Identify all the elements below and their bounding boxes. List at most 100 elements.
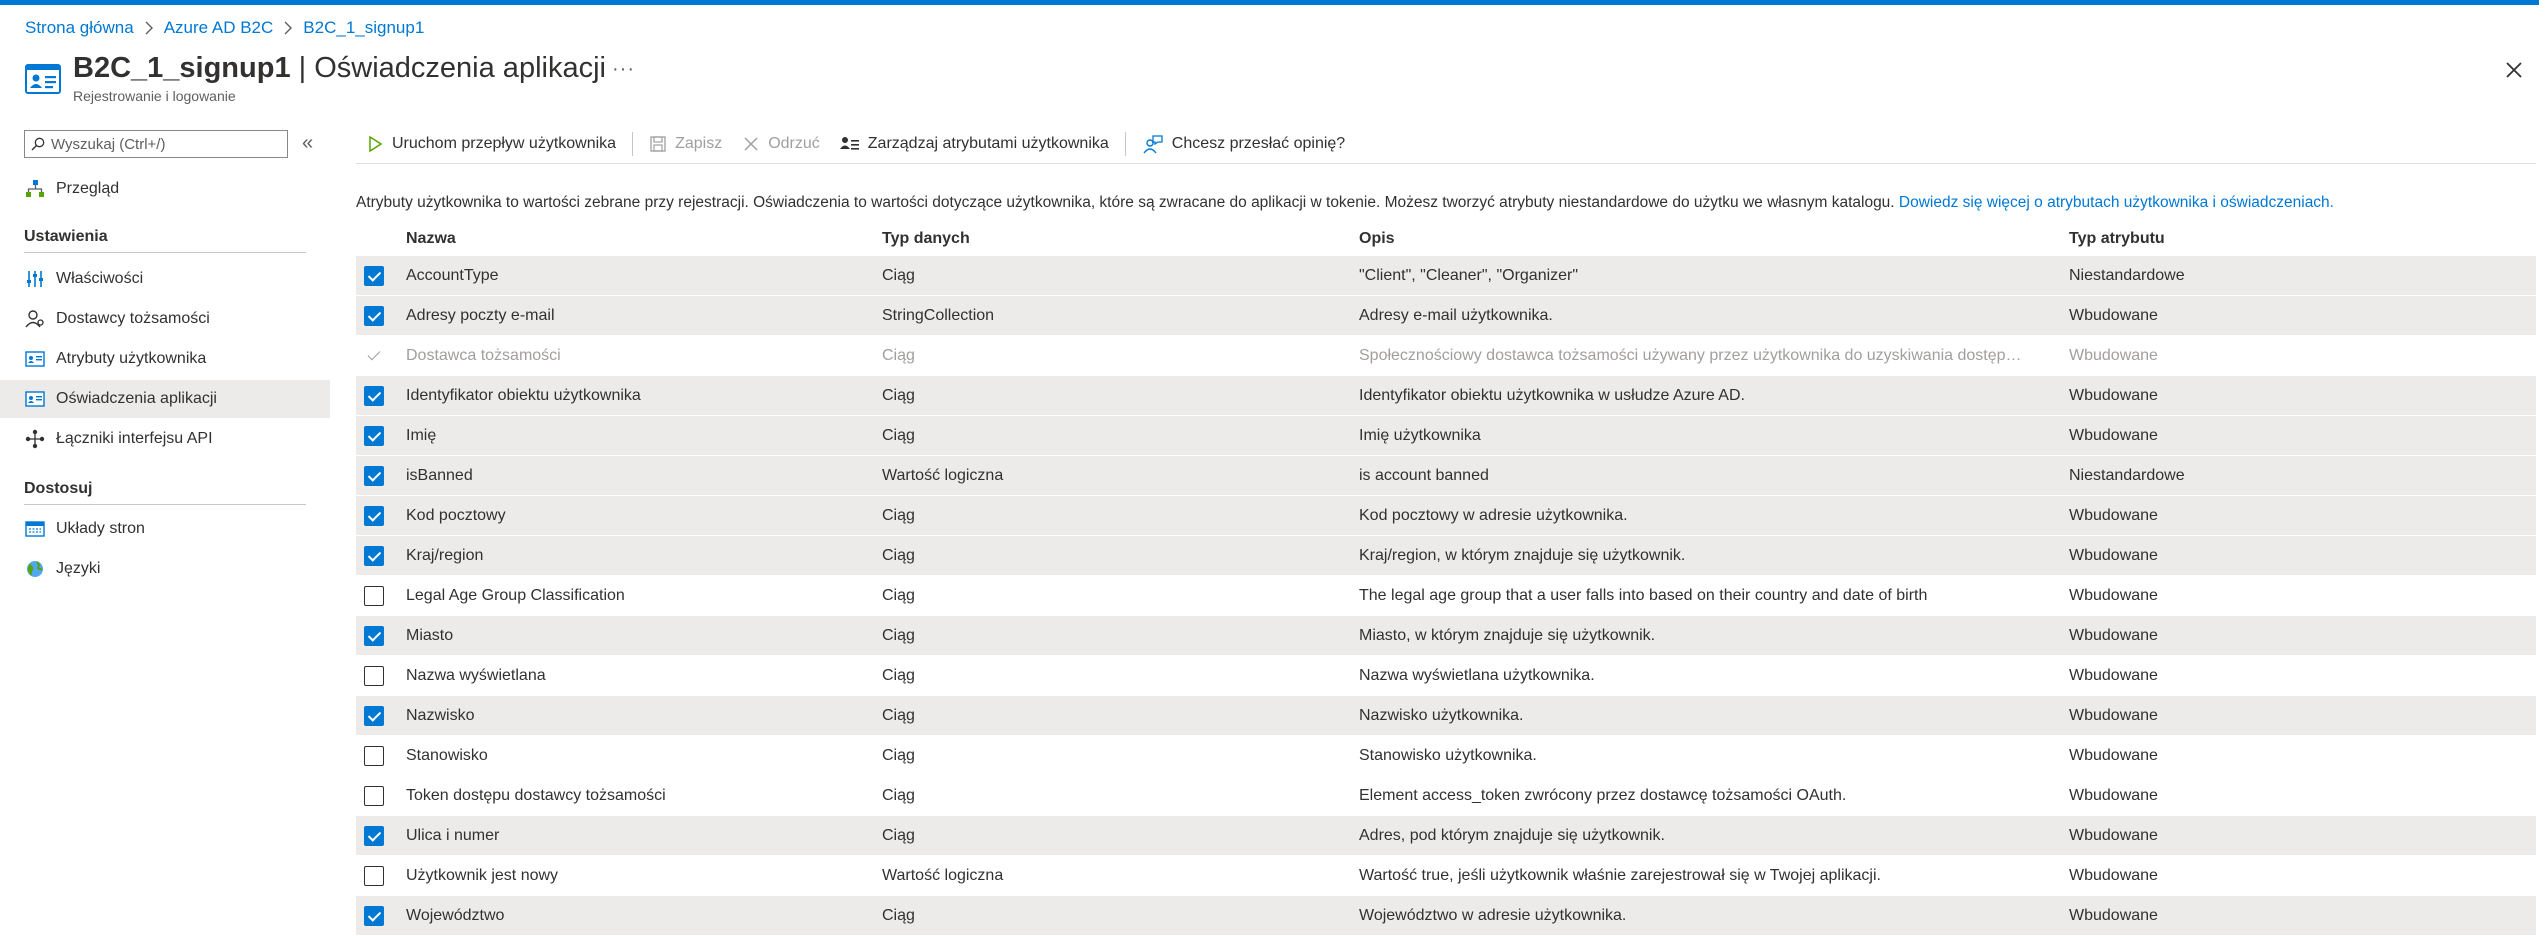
cell-name: Adresy poczty e-mail [406,306,555,324]
sidebar-item-languages[interactable]: Języki [0,550,330,588]
row-checkbox[interactable] [364,826,384,846]
cell-attribute-type: Wbudowane [2069,506,2158,524]
cell-data-type: Ciąg [882,746,915,764]
row-checkbox[interactable] [364,586,384,606]
row-checkbox[interactable] [364,626,384,646]
run-user-flow-button[interactable]: Uruchom przepływ użytkownika [356,128,626,160]
sidebar: « Przegląd Ustawienia Właściwości [0,128,330,943]
column-header-name[interactable]: Nazwa [406,230,456,248]
column-header-attribute-type[interactable]: Typ atrybutu [2069,230,2165,248]
breadcrumb-user-flow[interactable]: B2C_1_signup1 [303,18,424,38]
sidebar-item-label: Dostawcy tożsamości [56,310,210,327]
row-checkbox[interactable] [364,666,384,686]
row-checkbox[interactable] [364,866,384,886]
cell-name: Token dostępu dostawcy tożsamości [406,786,666,804]
cell-description: Województwo w adresie użytkownika. [1359,906,1627,924]
user-attributes-icon [24,348,46,370]
cell-description: Identyfikator obiektu użytkownika w usłu… [1359,386,1745,404]
row-checkbox[interactable] [364,906,384,926]
save-label: Zapisz [675,135,723,152]
table-row[interactable]: Nazwisko Ciąg Nazwisko użytkownika. Wbudowa… [356,696,2536,736]
table-row[interactable]: Token dostępu dostawcy tożsamości Ciąg Ele… [356,776,2536,816]
table-row[interactable]: Identyfikator obiektu użytkownika Ciąg Ide… [356,376,2536,416]
discard-button[interactable]: Odrzuć [732,128,830,160]
table-row[interactable]: Imię Ciąg Imię użytkownika Wbudowane [356,416,2536,456]
row-checkbox[interactable] [364,306,384,326]
page-title: B2C_1_signup1 | Oświadczenia aplikacji [73,50,606,86]
save-button[interactable]: Zapisz [639,128,732,160]
sidebar-item-label: Oświadczenia aplikacji [56,390,217,407]
search-icon [31,137,45,151]
table-body: AccountType Ciąg "Client", "Cleaner", "Org… [356,256,2536,936]
table-row[interactable]: Użytkownik jest nowy Wartość logiczna Wart… [356,856,2536,896]
cell-name: AccountType [406,266,499,284]
more-options-button[interactable]: ··· [612,58,635,81]
collapse-sidebar-button[interactable]: « [302,132,313,155]
row-checkbox [364,346,384,366]
table-row[interactable]: Kraj/region Ciąg Kraj/region, w którym zna… [356,536,2536,576]
cell-attribute-type: Wbudowane [2069,306,2158,324]
sidebar-item-overview[interactable]: Przegląd [0,170,330,208]
feedback-button[interactable]: Chcesz przesłać opinię? [1132,128,1355,160]
breadcrumb-azure-ad-b2c[interactable]: Azure AD B2C [164,18,274,38]
table-row[interactable]: Nazwa wyświetlana Ciąg Nazwa wyświetlana u… [356,656,2536,696]
cell-description: Adresy e-mail użytkownika. [1359,306,1553,324]
close-icon[interactable] [2500,56,2528,84]
table-row[interactable]: Stanowisko Ciąg Stanowisko użytkownika. Wbu… [356,736,2536,776]
row-checkbox[interactable] [364,426,384,446]
cell-data-type: Wartość logiczna [882,466,1004,484]
play-icon [369,135,383,153]
page-subtitle: Rejestrowanie i logowanie [73,88,236,104]
table-row[interactable]: Miasto Ciąg Miasto, w którym znajduje się … [356,616,2536,656]
row-checkbox[interactable] [364,266,384,286]
cell-attribute-type: Wbudowane [2069,906,2158,924]
cell-data-type: Ciąg [882,506,915,524]
sidebar-search[interactable] [24,130,288,158]
page-layouts-icon [24,518,46,540]
cell-data-type: StringCollection [882,306,995,324]
row-checkbox[interactable] [364,506,384,526]
cell-attribute-type: Wbudowane [2069,546,2158,564]
cell-description: Nazwa wyświetlana użytkownika. [1359,666,1595,684]
sidebar-item-identity-providers[interactable]: Dostawcy tożsamości [0,300,330,338]
sidebar-item-properties[interactable]: Właściwości [0,260,330,298]
table-row[interactable]: Ulica i numer Ciąg Adres, pod którym znajd… [356,816,2536,856]
row-checkbox[interactable] [364,386,384,406]
table-row[interactable]: Województwo Ciąg Województwo w adresie uży… [356,896,2536,936]
table-row[interactable]: Legal Age Group Classification Ciąg The le… [356,576,2536,616]
learn-more-link[interactable]: Dowiedz się więcej o atrybutach użytkown… [1899,194,2334,211]
sidebar-item-page-layouts[interactable]: Układy stron [0,510,330,548]
row-checkbox[interactable] [364,466,384,486]
cell-attribute-type: Niestandardowe [2069,466,2185,484]
table-row[interactable]: isBanned Wartość logiczna is account banne… [356,456,2536,496]
row-checkbox[interactable] [364,546,384,566]
table-row[interactable]: Kod pocztowy Ciąg Kod pocztowy w adresie u… [356,496,2536,536]
sidebar-item-api-connectors[interactable]: Łączniki interfejsu API [0,420,330,458]
row-checkbox[interactable] [364,746,384,766]
sidebar-item-user-attributes[interactable]: Atrybuty użytkownika [0,340,330,378]
cell-attribute-type: Wbudowane [2069,586,2158,604]
table-row[interactable]: AccountType Ciąg "Client", "Cleaner", "Org… [356,256,2536,296]
claims-table: Nazwa Typ danych Opis Typ atrybutu Accou… [356,222,2536,936]
save-icon [650,136,666,152]
column-header-data-type[interactable]: Typ danych [882,230,970,248]
search-input[interactable] [51,135,281,153]
manage-user-attributes-label: Zarządzaj atrybutami użytkownika [867,135,1109,152]
manage-user-attributes-button[interactable]: Zarządzaj atrybutami użytkownika [830,128,1119,160]
table-row[interactable]: Dostawca tożsamości Ciąg Społecznościowy d… [356,336,2536,376]
feedback-icon [1143,135,1163,154]
application-claims-icon [24,388,46,410]
cell-name: Identyfikator obiektu użytkownika [406,386,641,404]
table-row[interactable]: Adresy poczty e-mail StringCollection Adre… [356,296,2536,336]
sidebar-item-application-claims[interactable]: Oświadczenia aplikacji [0,380,330,418]
cell-name: Kraj/region [406,546,484,564]
breadcrumb-home[interactable]: Strona główna [25,18,134,38]
page-title-section: | Oświadczenia aplikacji [290,52,606,84]
row-checkbox[interactable] [364,706,384,726]
cell-name: Nazwa wyświetlana [406,666,546,684]
row-checkbox[interactable] [364,786,384,806]
cell-attribute-type: Wbudowane [2069,626,2158,644]
cell-data-type: Ciąg [882,426,915,444]
page-description: Atrybuty użytkownika to wartości zebrane… [356,194,2334,212]
column-header-description[interactable]: Opis [1359,230,1395,248]
